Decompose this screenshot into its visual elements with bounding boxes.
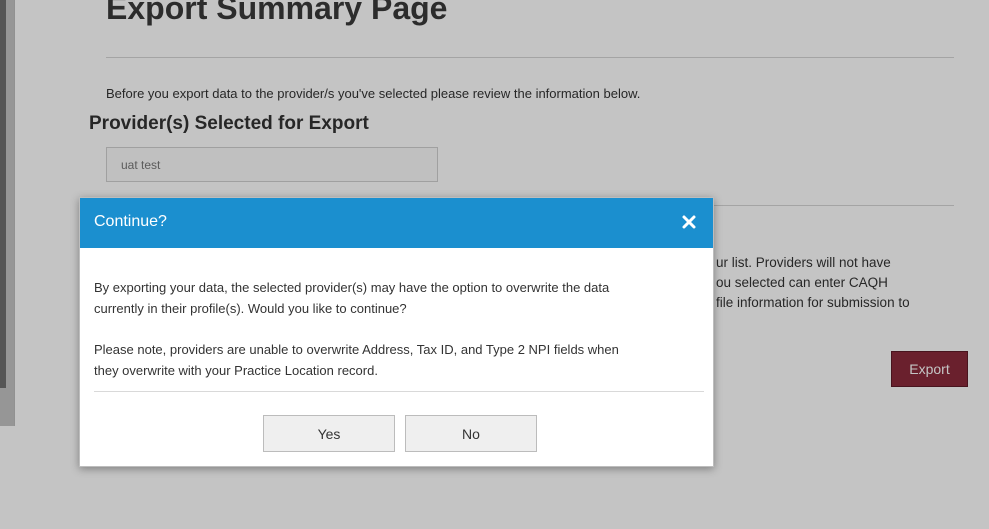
dialog-header: Continue? [80,198,713,248]
no-button[interactable]: No [405,415,537,452]
dialog-message-line: By exporting your data, the selected pro… [94,280,610,295]
dialog-title: Continue? [94,213,167,230]
continue-dialog: Continue? By exporting your data, the se… [79,197,714,467]
dialog-note-line: they overwrite with your Practice Locati… [94,363,378,378]
dialog-body: By exporting your data, the selected pro… [94,257,704,401]
close-icon[interactable] [679,212,699,232]
dialog-divider [94,391,704,392]
yes-button[interactable]: Yes [263,415,395,452]
dialog-message-line: currently in their profile(s). Would you… [94,301,407,316]
dialog-note-line: Please note, providers are unable to ove… [94,342,619,357]
